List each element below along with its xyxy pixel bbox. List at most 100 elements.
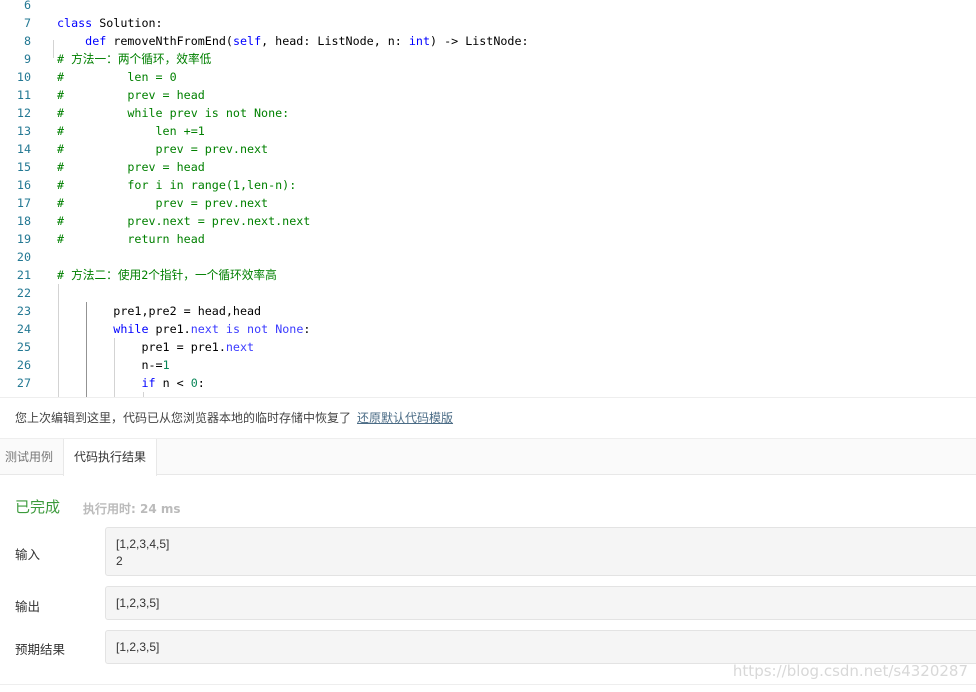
code-token: None (275, 322, 304, 336)
code-token: while (113, 322, 149, 336)
code-token: next (225, 340, 255, 354)
notice-message: 您上次编辑到这里，代码已从您浏览器本地的临时存储中恢复了 (15, 411, 352, 425)
code-text: # len = 0 (57, 68, 177, 86)
code-line[interactable]: 23 pre1,pre2 = head,head (0, 302, 976, 320)
code-token: # prev = prev.next (57, 196, 269, 210)
code-text: # for i in range(1,len-n): (57, 176, 296, 194)
code-token: # prev = head (57, 160, 205, 174)
code-line[interactable]: 18 # prev.next = prev.next.next (0, 212, 976, 230)
code-text: # 方法一：两个循环，效率低 (57, 50, 211, 68)
code-line[interactable]: 8 def removeNthFromEnd(self, head: ListN… (0, 32, 976, 50)
line-number: 22 (16, 286, 31, 300)
code-token: pre1 = pre1. (57, 340, 226, 354)
code-token: ) -> ListNode: (430, 34, 529, 48)
code-line[interactable]: 9 # 方法一：两个循环，效率低 (0, 50, 976, 68)
code-token: # len +=1 (57, 124, 205, 138)
status-text: 已完成 (15, 498, 61, 516)
divider (0, 684, 976, 685)
line-number: 18 (16, 214, 31, 228)
line-number: 11 (16, 88, 31, 102)
line-number: 15 (16, 160, 31, 174)
code-line[interactable]: 21 # 方法二：使用2个指针，一个循环效率高 (0, 266, 976, 284)
code-token: # return head (57, 232, 205, 246)
code-text: while pre1.next is not None: (57, 320, 310, 338)
code-line[interactable]: 24 while pre1.next is not None: (0, 320, 976, 338)
restore-default-template-link[interactable]: 还原默认代码模版 (357, 411, 453, 425)
code-line[interactable]: 10 # len = 0 (0, 68, 976, 86)
code-text: if n < 0: (57, 374, 204, 392)
code-line[interactable]: 26 n-=1 (0, 356, 976, 374)
code-token: pre1,pre2 = head,head (57, 304, 262, 318)
line-number: 8 (23, 34, 31, 48)
result-tabs: 测试用例 代码执行结果 (0, 438, 976, 476)
code-line[interactable]: 7 class Solution: (0, 14, 976, 32)
watermark: https://blog.csdn.net/s4320287 (732, 662, 968, 680)
line-number: 17 (16, 196, 31, 210)
code-line[interactable]: 22 (0, 284, 976, 302)
code-token: int (408, 34, 431, 48)
code-line[interactable]: 11 # prev = head (0, 86, 976, 104)
tab-test-cases[interactable]: 测试用例 (0, 439, 63, 475)
line-number: 6 (23, 0, 31, 12)
restore-notice: 您上次编辑到这里，代码已从您浏览器本地的临时存储中恢复了 还原默认代码模版 (0, 397, 976, 438)
code-line[interactable]: 6 (0, 0, 976, 14)
code-text: # prev = head (57, 158, 205, 176)
output-label: 输出 (15, 599, 41, 614)
line-number: 21 (16, 268, 31, 282)
code-token: # 方法二：使用2个指针，一个循环效率高 (57, 268, 277, 282)
line-number: 27 (16, 376, 31, 390)
output-value: [1,2,3,5] (105, 586, 976, 620)
code-text: # 方法二：使用2个指针，一个循环效率高 (57, 266, 277, 284)
code-token: pre1. (148, 322, 191, 336)
code-text: # return head (57, 230, 205, 248)
code-line[interactable]: 14 # prev = prev.next (0, 140, 976, 158)
code-text: # len +=1 (57, 122, 205, 140)
line-number: 16 (16, 178, 31, 192)
code-line[interactable]: 25 pre1 = pre1.next (0, 338, 976, 356)
code-text: # while prev is not None: (57, 104, 289, 122)
code-token: # 方法一：两个循环，效率低 (57, 52, 212, 66)
code-text: class Solution: (57, 14, 163, 32)
code-token: is (225, 322, 240, 336)
code-token: def (85, 34, 107, 48)
code-line[interactable]: 27 if n < 0: (0, 374, 976, 392)
line-number: 25 (16, 340, 31, 354)
tab-execution-result[interactable]: 代码执行结果 (63, 439, 157, 476)
code-token: not (247, 322, 269, 336)
line-number: 23 (16, 304, 31, 318)
line-number: 10 (16, 70, 31, 84)
code-text: pre1 = pre1.next (57, 338, 254, 356)
code-token: : (303, 322, 311, 336)
code-token: # prev.next = prev.next.next (57, 214, 311, 228)
code-line[interactable]: 16 # for i in range(1,len-n): (0, 176, 976, 194)
code-text: pre1,pre2 = head,head (57, 302, 261, 320)
code-token: # prev = head (57, 88, 205, 102)
expected-label: 预期结果 (15, 642, 66, 657)
code-token: # while prev is not None: (57, 106, 290, 120)
expected-value: [1,2,3,5] (105, 630, 976, 664)
code-line[interactable]: 12 # while prev is not None: (0, 104, 976, 122)
code-text: n-=1 (57, 356, 169, 374)
code-token: class (57, 16, 93, 30)
code-token: self (232, 34, 262, 48)
code-token: removeNthFromEnd( (106, 34, 233, 48)
code-line[interactable]: 20 (0, 248, 976, 266)
code-line[interactable]: 17 # prev = prev.next (0, 194, 976, 212)
code-line[interactable]: 13 # len +=1 (0, 122, 976, 140)
code-editor[interactable]: 6 7 class Solution: 8 def removeNthFromEnd(… (0, 0, 976, 397)
code-token: 0 (190, 376, 198, 390)
runtime-text: 执行用时: 24 ms (83, 502, 181, 516)
line-number: 19 (16, 232, 31, 246)
code-line[interactable]: 15 # prev = head (0, 158, 976, 176)
code-token: next (190, 322, 219, 336)
line-number: 7 (23, 16, 31, 30)
code-text: # prev = head (57, 86, 205, 104)
line-number: 9 (23, 52, 31, 66)
code-line[interactable]: 19 # return head (0, 230, 976, 248)
line-number: 13 (16, 124, 31, 138)
